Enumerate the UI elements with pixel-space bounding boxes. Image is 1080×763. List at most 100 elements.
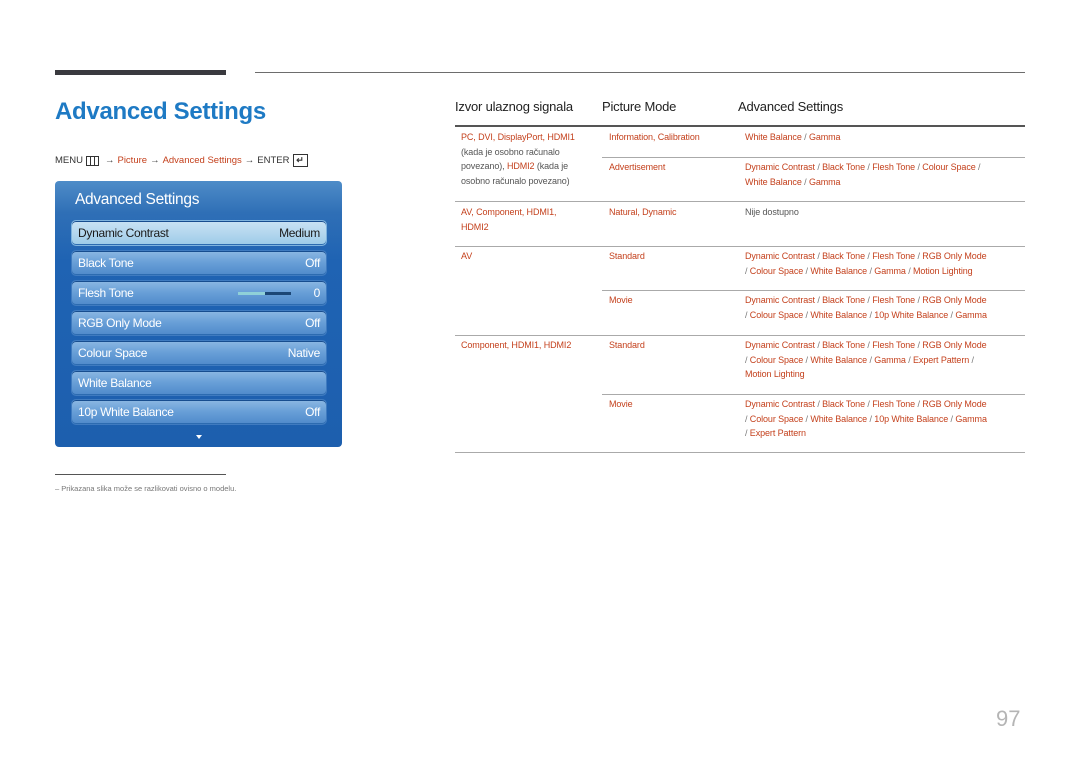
separator: / bbox=[908, 354, 911, 365]
table-cell-mode: Standard bbox=[609, 251, 645, 261]
breadcrumb: MENU → Picture → Advanced Settings → ENT… bbox=[55, 154, 308, 167]
table-cell-mode: Movie bbox=[609, 295, 633, 305]
separator: / bbox=[869, 309, 872, 320]
settings-line: / Colour Space / White Balance / Gamma /… bbox=[745, 354, 975, 365]
separator: / bbox=[804, 176, 807, 187]
settings-line: / Expert Pattern bbox=[745, 428, 806, 438]
separator: / bbox=[869, 413, 872, 424]
source-note: povezano), bbox=[461, 161, 505, 171]
separator: / bbox=[817, 251, 820, 261]
table-cell-mode: Standard bbox=[609, 340, 645, 350]
settings-line: Dynamic Contrast / Black Tone / Flesh To… bbox=[745, 251, 987, 261]
enter-icon: ↵ bbox=[292, 154, 308, 167]
table-cell-settings: Dynamic Contrast / Black Tone / Flesh To… bbox=[745, 397, 1030, 441]
osd-item-label: Dynamic Contrast bbox=[78, 226, 169, 240]
down-arrow-icon[interactable] bbox=[196, 435, 202, 439]
table-cell-source: PC, DVI, DisplayPort, HDMI1 (kada je oso… bbox=[461, 130, 596, 188]
settings-line: / Colour Space / White Balance / Gamma /… bbox=[745, 265, 973, 276]
osd-item-black-tone[interactable]: Black Tone Off bbox=[71, 250, 327, 276]
flesh-tone-slider[interactable] bbox=[238, 292, 291, 295]
settings-line: Dynamic Contrast / Black Tone / Flesh To… bbox=[745, 399, 987, 409]
table-cell-source: AV bbox=[461, 251, 473, 261]
source-note: osobno računalo povezano) bbox=[461, 175, 570, 186]
osd-item-label: Flesh Tone bbox=[78, 286, 134, 300]
osd-item-value: 0 bbox=[313, 286, 321, 300]
separator: / bbox=[917, 251, 920, 261]
osd-item-dynamic-contrast[interactable]: Dynamic Contrast Medium bbox=[71, 220, 327, 246]
separator: / bbox=[805, 265, 809, 276]
header-rule bbox=[455, 125, 1025, 127]
table-cell-settings: Dynamic Contrast / Black Tone / Flesh To… bbox=[745, 338, 1030, 382]
osd-item-flesh-tone[interactable]: Flesh Tone 0 bbox=[71, 280, 327, 306]
separator: / bbox=[867, 295, 870, 305]
separator: / bbox=[908, 265, 911, 276]
separator: / bbox=[745, 413, 748, 424]
separator: / bbox=[971, 354, 975, 365]
separator: / bbox=[745, 354, 748, 365]
separator: / bbox=[817, 399, 820, 409]
table-cell-source: AV, Component, HDMI1, HDMI2 bbox=[461, 205, 557, 234]
row-divider bbox=[455, 246, 1025, 247]
separator: / bbox=[817, 162, 820, 172]
osd-item-white-balance[interactable]: White Balance bbox=[71, 370, 327, 396]
separator: / bbox=[867, 251, 870, 261]
osd-item-value: Off bbox=[305, 256, 320, 270]
table-cell-settings: Dynamic Contrast / Black Tone / Flesh To… bbox=[745, 249, 1030, 278]
osd-item-value: Off bbox=[305, 316, 320, 330]
osd-menu-panel: Advanced Settings Dynamic Contrast Mediu… bbox=[55, 181, 342, 447]
row-divider bbox=[602, 157, 1025, 158]
separator: / bbox=[867, 162, 870, 172]
row-divider bbox=[602, 394, 1025, 395]
breadcrumb-advanced-settings[interactable]: Advanced Settings bbox=[163, 155, 242, 166]
settings-line: Nije dostupno bbox=[745, 207, 799, 217]
table-cell-mode: Movie bbox=[609, 399, 633, 409]
osd-item-label: RGB Only Mode bbox=[78, 316, 162, 330]
page-number: 97 bbox=[996, 706, 1021, 731]
osd-item-rgb-only-mode[interactable]: RGB Only Mode Off bbox=[71, 310, 327, 336]
separator: / bbox=[817, 295, 820, 305]
settings-line: Dynamic Contrast / Black Tone / Flesh To… bbox=[745, 340, 987, 350]
column-header-advanced-settings: Advanced Settings bbox=[738, 99, 844, 114]
separator: / bbox=[805, 413, 809, 424]
settings-line: / Colour Space / White Balance / 10p Whi… bbox=[745, 309, 987, 320]
table-cell-mode: Information, Calibration bbox=[609, 132, 700, 142]
source-text: PC, DVI, DisplayPort, HDMI1 bbox=[461, 132, 575, 142]
osd-item-label: Black Tone bbox=[78, 256, 134, 270]
table-cell-mode: Natural, Dynamic bbox=[609, 207, 677, 217]
menu-grid-icon bbox=[85, 155, 99, 166]
arrow-icon: → bbox=[150, 155, 160, 166]
separator: / bbox=[869, 265, 872, 276]
osd-item-value: Medium bbox=[279, 226, 320, 240]
settings-line: / Colour Space / White Balance / 10p Whi… bbox=[745, 413, 987, 424]
settings-line: White Balance / Gamma bbox=[745, 132, 841, 142]
table-cell-source: Component, HDMI1, HDMI2 bbox=[461, 340, 572, 350]
osd-item-label: Colour Space bbox=[78, 346, 148, 360]
osd-item-value: Off bbox=[305, 405, 320, 419]
settings-line: Dynamic Contrast / Black Tone / Flesh To… bbox=[745, 162, 981, 172]
osd-item-label: White Balance bbox=[78, 376, 152, 390]
source-note: (kada je osobno računalo bbox=[461, 146, 560, 157]
separator: / bbox=[869, 354, 872, 365]
osd-item-10p-white-balance[interactable]: 10p White Balance Off bbox=[71, 399, 327, 425]
column-header-picture-mode: Picture Mode bbox=[602, 99, 677, 114]
breadcrumb-menu: MENU bbox=[55, 155, 83, 166]
page-title: Advanced Settings bbox=[55, 98, 266, 125]
row-divider bbox=[455, 201, 1025, 202]
settings-line: Dynamic Contrast / Black Tone / Flesh To… bbox=[745, 295, 987, 305]
osd-item-colour-space[interactable]: Colour Space Native bbox=[71, 340, 327, 366]
separator: / bbox=[917, 295, 920, 305]
separator: / bbox=[745, 265, 748, 276]
separator: / bbox=[978, 162, 981, 172]
osd-item-label: 10p White Balance bbox=[78, 405, 174, 419]
breadcrumb-picture[interactable]: Picture bbox=[117, 155, 147, 166]
settings-line: White Balance / Gamma bbox=[745, 176, 841, 187]
separator: / bbox=[817, 340, 820, 350]
table-cell-settings: Nije dostupno bbox=[745, 205, 799, 220]
separator: / bbox=[917, 340, 920, 350]
separator: / bbox=[804, 132, 807, 142]
breadcrumb-enter: ENTER bbox=[257, 155, 290, 166]
separator: / bbox=[867, 399, 870, 409]
table-cell-settings: Dynamic Contrast / Black Tone / Flesh To… bbox=[745, 293, 1030, 322]
separator: / bbox=[805, 354, 809, 365]
separator: / bbox=[867, 340, 870, 350]
